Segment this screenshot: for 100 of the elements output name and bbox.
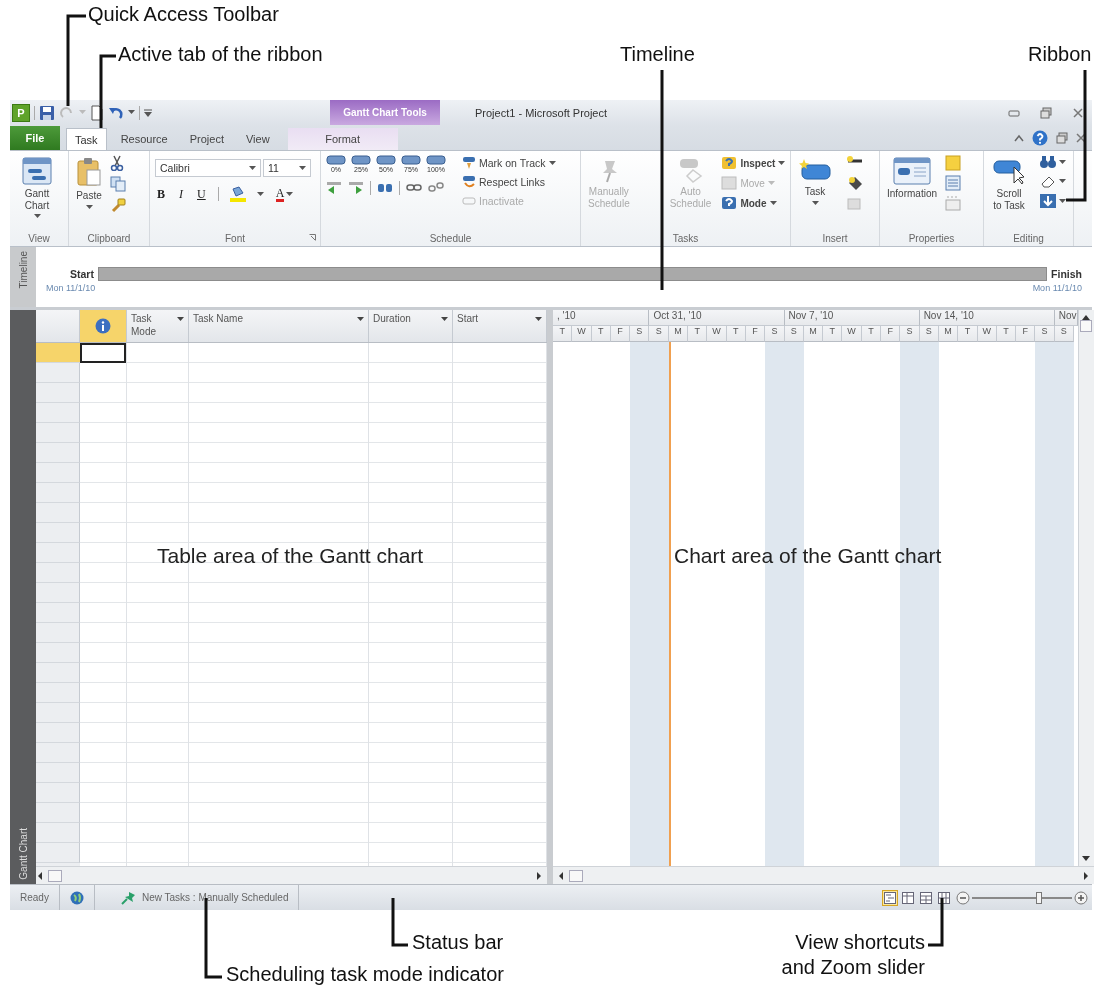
- dropdown-icon[interactable]: [177, 317, 184, 322]
- gantt-chart-button[interactable]: Gantt Chart: [15, 155, 59, 221]
- restore-icon[interactable]: [1056, 132, 1068, 144]
- split-task-icon[interactable]: [377, 181, 393, 195]
- eraser-icon[interactable]: [1039, 174, 1057, 188]
- callout-label: Status bar: [412, 930, 504, 955]
- note-icon[interactable]: [945, 155, 962, 171]
- redo-icon[interactable]: [59, 104, 75, 121]
- task-mode-indicator[interactable]: New Tasks : Manually Scheduled: [94, 885, 300, 910]
- minimize-icon[interactable]: [1008, 107, 1020, 118]
- help-icon[interactable]: [1032, 130, 1048, 146]
- day-label: S: [1054, 326, 1074, 342]
- day-label: F: [1016, 326, 1036, 342]
- paste-button[interactable]: Paste: [74, 155, 104, 212]
- schedule-command[interactable]: Respect Links: [460, 174, 558, 190]
- task-bar-icon: [376, 155, 396, 165]
- tag-icon[interactable]: [846, 175, 864, 191]
- zoom-out-icon[interactable]: [956, 890, 970, 905]
- caret-icon: [811, 200, 819, 206]
- timeline-finish-label: Finish: [1051, 268, 1082, 280]
- save-icon[interactable]: [39, 104, 55, 121]
- timeline-start-label: Start: [70, 268, 94, 280]
- ribbon-tab[interactable]: Task: [66, 128, 107, 150]
- respect-links-icon: [462, 175, 476, 189]
- timescale-label: , '10: [553, 310, 650, 326]
- ribbon-tab[interactable]: Format: [287, 128, 398, 150]
- underline-button[interactable]: U: [195, 186, 208, 202]
- day-label: F: [745, 326, 766, 342]
- gantt-view-icon: [22, 157, 52, 185]
- inactivate-icon: [462, 194, 476, 208]
- column-header[interactable]: Duration: [373, 313, 411, 326]
- font-name-field[interactable]: Calibri: [155, 159, 261, 177]
- task-command[interactable]: Inspect: [719, 155, 788, 171]
- information-window-icon: [893, 157, 931, 185]
- zoom-slider-thumb[interactable]: [1036, 891, 1042, 904]
- caret-icon: [767, 180, 775, 186]
- ribbon-tab[interactable]: Project: [181, 128, 232, 150]
- column-header[interactable]: Task Mode: [131, 313, 177, 338]
- font-color-button[interactable]: A: [273, 186, 296, 202]
- fill-color-icon[interactable]: [228, 186, 247, 202]
- task-bar-icon: [426, 155, 446, 165]
- dropdown-icon[interactable]: [535, 317, 542, 322]
- ribbon-tab[interactable]: View: [237, 128, 278, 150]
- day-label: T: [823, 326, 843, 342]
- task-command[interactable]: Mode: [719, 195, 788, 211]
- column-header[interactable]: Task Name: [193, 313, 243, 326]
- scrollbar[interactable]: [1077, 310, 1094, 866]
- customize-toolbar-icon[interactable]: [144, 107, 152, 118]
- group-label: Editing: [1013, 232, 1044, 244]
- scroll-thumb[interactable]: [1080, 320, 1092, 332]
- scroll-thumb[interactable]: [48, 869, 62, 882]
- scroll-to-task-button[interactable]: Scroll to Task: [989, 155, 1029, 213]
- ribbon-tab[interactable]: Resource: [112, 128, 176, 150]
- view-shortcut-button[interactable]: [936, 889, 952, 906]
- insert-task-button[interactable]: Task: [796, 155, 834, 208]
- restore-icon[interactable]: [1040, 106, 1052, 119]
- day-label: T: [726, 326, 746, 342]
- info-icon: [95, 318, 111, 334]
- dropdown-icon[interactable]: [357, 317, 364, 322]
- information-button[interactable]: Information: [885, 155, 940, 202]
- day-label: T: [861, 326, 882, 342]
- scroll-down-icon[interactable]: [1082, 856, 1090, 862]
- copy-icon[interactable]: [110, 176, 126, 192]
- caret-icon: [33, 214, 41, 219]
- caret-icon: [1059, 159, 1066, 165]
- caret-icon: [1059, 198, 1066, 204]
- day-label: T: [591, 326, 611, 342]
- caret-icon: [249, 165, 256, 171]
- collapse-ribbon-icon[interactable]: [1014, 134, 1024, 142]
- day-label: F: [881, 326, 901, 342]
- font-size-field[interactable]: 11: [263, 159, 311, 177]
- ribbon-tab[interactable]: File: [10, 126, 60, 150]
- finish-date: Mon 11/1/10: [1032, 283, 1082, 293]
- dialog-launcher-icon[interactable]: [309, 234, 316, 241]
- globe-icon[interactable]: [69, 890, 84, 905]
- bold-button[interactable]: B: [155, 186, 167, 202]
- scrollbar[interactable]: [553, 866, 1094, 884]
- scroll-thumb[interactable]: [569, 869, 583, 882]
- scroll-right-icon[interactable]: [1081, 871, 1090, 880]
- fill-down-icon[interactable]: [1039, 193, 1057, 209]
- cell-cursor[interactable]: [80, 343, 126, 363]
- schedule-command[interactable]: Mark on Track: [460, 155, 558, 171]
- scrollbar[interactable]: [36, 866, 547, 884]
- day-label: M: [803, 326, 824, 342]
- unlink-icon[interactable]: [428, 181, 444, 195]
- details-icon[interactable]: [945, 175, 962, 191]
- zoom-in-icon[interactable]: [1074, 890, 1088, 905]
- outdent-icon[interactable]: [326, 181, 342, 195]
- view-label: Gantt Chart: [17, 827, 29, 882]
- column-header[interactable]: Start: [457, 313, 479, 326]
- scroll-left-icon[interactable]: [557, 871, 565, 880]
- indent-icon[interactable]: [348, 181, 364, 195]
- binoculars-icon[interactable]: [1039, 155, 1057, 169]
- italic-button[interactable]: I: [177, 186, 185, 202]
- timescale-label: Oct 31, '10: [649, 310, 785, 326]
- scroll-right-icon[interactable]: [535, 871, 543, 880]
- paintbrush-icon[interactable]: [110, 197, 126, 213]
- scissors-icon[interactable]: [110, 155, 124, 171]
- dropdown-icon[interactable]: [441, 317, 448, 322]
- close-icon[interactable]: [1076, 133, 1086, 143]
